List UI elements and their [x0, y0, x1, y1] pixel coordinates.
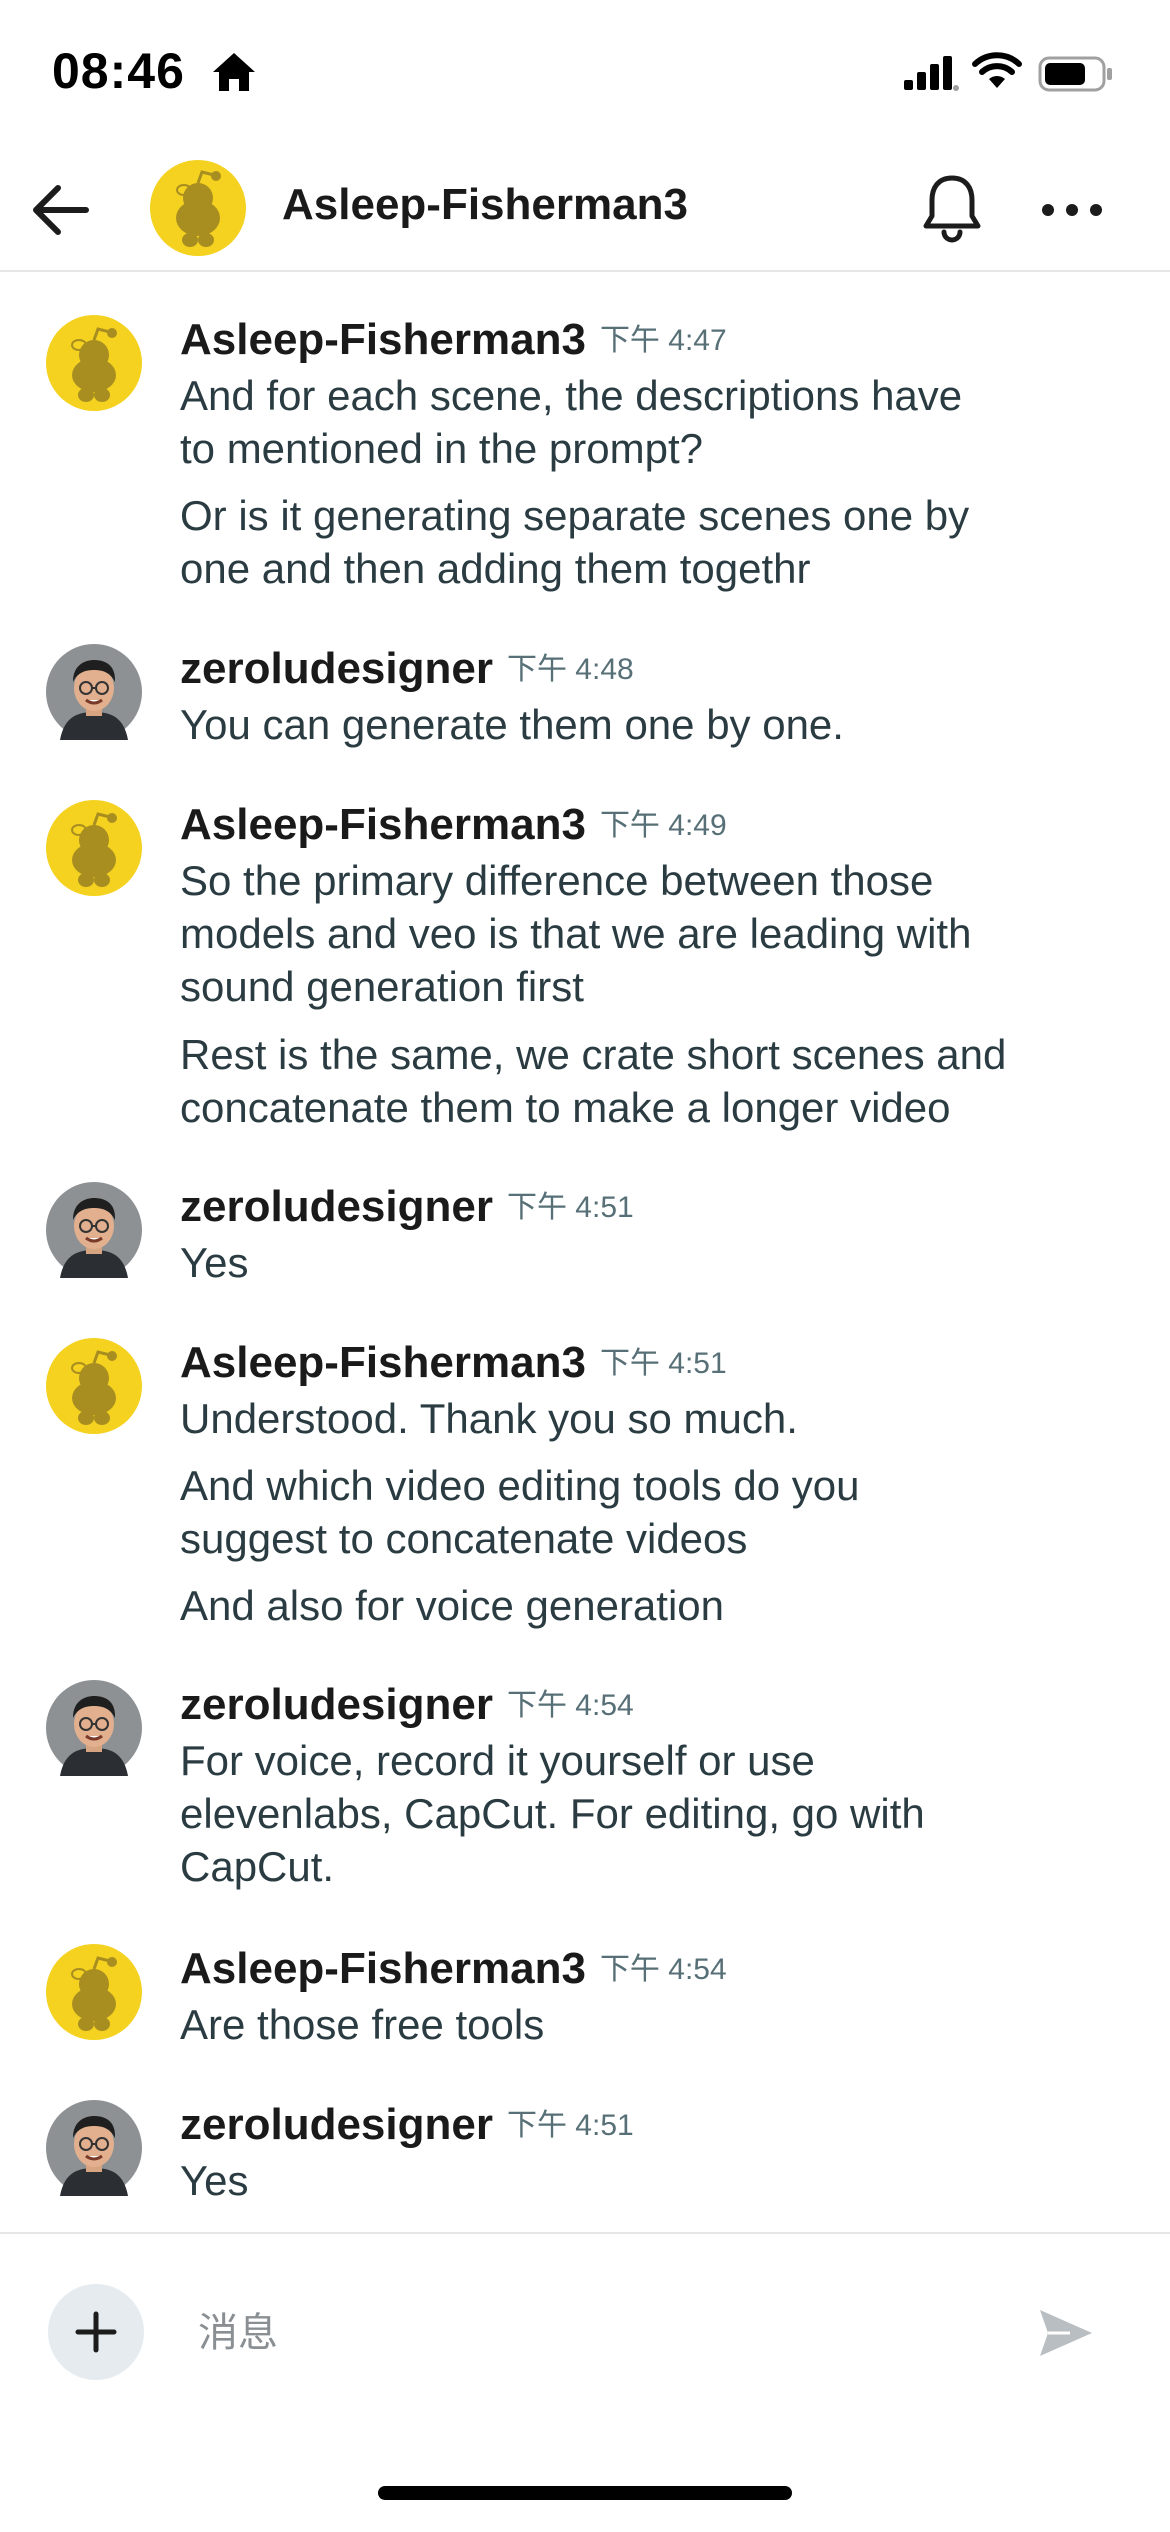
message-text: models and veo is that we are leading wi…	[180, 910, 972, 957]
notifications-button[interactable]	[912, 168, 992, 248]
message-text: So the primary difference between those	[180, 857, 934, 904]
timestamp: 下午 4:54	[506, 1689, 634, 1722]
message-text: Understood. Thank you so much.	[180, 1395, 798, 1442]
timestamp: 下午 4:47	[599, 324, 727, 357]
arrow-left-icon	[33, 185, 89, 235]
avatar[interactable]	[46, 1680, 142, 1776]
author-name[interactable]: zeroludesigner	[180, 1680, 493, 1729]
back-button[interactable]	[26, 174, 98, 246]
add-attachment-button[interactable]	[48, 2284, 144, 2380]
author-name[interactable]: Asleep-Fisherman3	[180, 1338, 586, 1387]
message-header: zeroludesigner 下午 4:48	[180, 644, 634, 694]
avatar[interactable]	[46, 1338, 142, 1434]
signal-icon	[904, 56, 959, 91]
avatar[interactable]	[46, 800, 142, 896]
message-text: And also for voice generation	[180, 1582, 725, 1629]
status-bar: 08:46	[0, 0, 1170, 150]
wifi-icon	[972, 52, 1022, 88]
author-name[interactable]: Asleep-Fisherman3	[180, 1944, 586, 1993]
chat-header: Asleep-Fisherman3	[0, 150, 1170, 272]
avatar[interactable]	[46, 2100, 142, 2196]
message-text: concatenate them to make a longer video	[180, 1084, 951, 1131]
author-name[interactable]: Asleep-Fisherman3	[180, 315, 586, 364]
plus-icon	[75, 2311, 117, 2353]
message-text: suggest to concatenate videos	[180, 1515, 748, 1562]
message-text: Are those free tools	[180, 2001, 545, 2048]
message-header: Asleep-Fisherman3 下午 4:47	[180, 315, 727, 365]
message-text: Yes	[180, 2157, 249, 2204]
message-text: Rest is the same, we crate short scenes …	[180, 1031, 1007, 1078]
timestamp: 下午 4:51	[506, 2109, 634, 2142]
message-text: Yes	[180, 1239, 249, 1286]
avatar[interactable]	[46, 315, 142, 411]
message-text: sound generation first	[180, 963, 584, 1010]
message-text: For voice, record it yourself or use	[180, 1737, 815, 1784]
author-name[interactable]: zeroludesigner	[180, 2100, 493, 2149]
avatar[interactable]	[46, 644, 142, 740]
message-text: CapCut.	[180, 1843, 335, 1890]
author-name[interactable]: zeroludesigner	[180, 1182, 493, 1231]
avatar[interactable]	[46, 1182, 142, 1278]
home-indicator[interactable]	[378, 2486, 792, 2500]
more-options-button[interactable]	[1036, 174, 1108, 246]
battery-icon	[1038, 56, 1112, 92]
message-text: Or is it generating separate scenes one …	[180, 492, 970, 539]
message-input[interactable]	[196, 2296, 1020, 2370]
message-text: one and then adding them togethr	[180, 545, 811, 592]
home-icon	[213, 53, 255, 91]
timestamp: 下午 4:49	[599, 809, 727, 842]
message-text: to mentioned in the prompt?	[180, 425, 703, 472]
header-avatar[interactable]	[150, 160, 246, 256]
timestamp: 下午 4:51	[506, 1191, 634, 1224]
message-text: And for each scene, the descriptions hav…	[180, 372, 963, 419]
status-time: 08:46	[52, 43, 185, 99]
send-button[interactable]	[1030, 2298, 1100, 2368]
message-text: elevenlabs, CapCut. For editing, go with	[180, 1790, 925, 1837]
author-name[interactable]: zeroludesigner	[180, 644, 493, 693]
message-header: zeroludesigner 下午 4:54	[180, 1680, 634, 1730]
message-list: Asleep-Fisherman3 下午 4:47 And for each sc…	[0, 272, 1170, 2232]
message-text: And which video editing tools do you	[180, 1462, 860, 1509]
author-name[interactable]: Asleep-Fisherman3	[180, 800, 586, 849]
message-text: You can generate them one by one.	[180, 701, 844, 748]
avatar[interactable]	[46, 1944, 142, 2040]
chat-title: Asleep-Fisherman3	[282, 180, 688, 229]
message-header: zeroludesigner 下午 4:51	[180, 1182, 634, 1232]
message-header: Asleep-Fisherman3 下午 4:51	[180, 1338, 727, 1388]
message-header: zeroludesigner 下午 4:51	[180, 2100, 634, 2150]
more-horizontal-icon	[1042, 204, 1102, 216]
timestamp: 下午 4:48	[506, 653, 634, 686]
send-icon	[1040, 2310, 1092, 2356]
timestamp: 下午 4:51	[599, 1347, 727, 1380]
bell-icon	[923, 175, 981, 243]
message-header: Asleep-Fisherman3 下午 4:49	[180, 800, 727, 850]
message-header: Asleep-Fisherman3 下午 4:54	[180, 1944, 727, 1994]
timestamp: 下午 4:54	[599, 1953, 727, 1986]
